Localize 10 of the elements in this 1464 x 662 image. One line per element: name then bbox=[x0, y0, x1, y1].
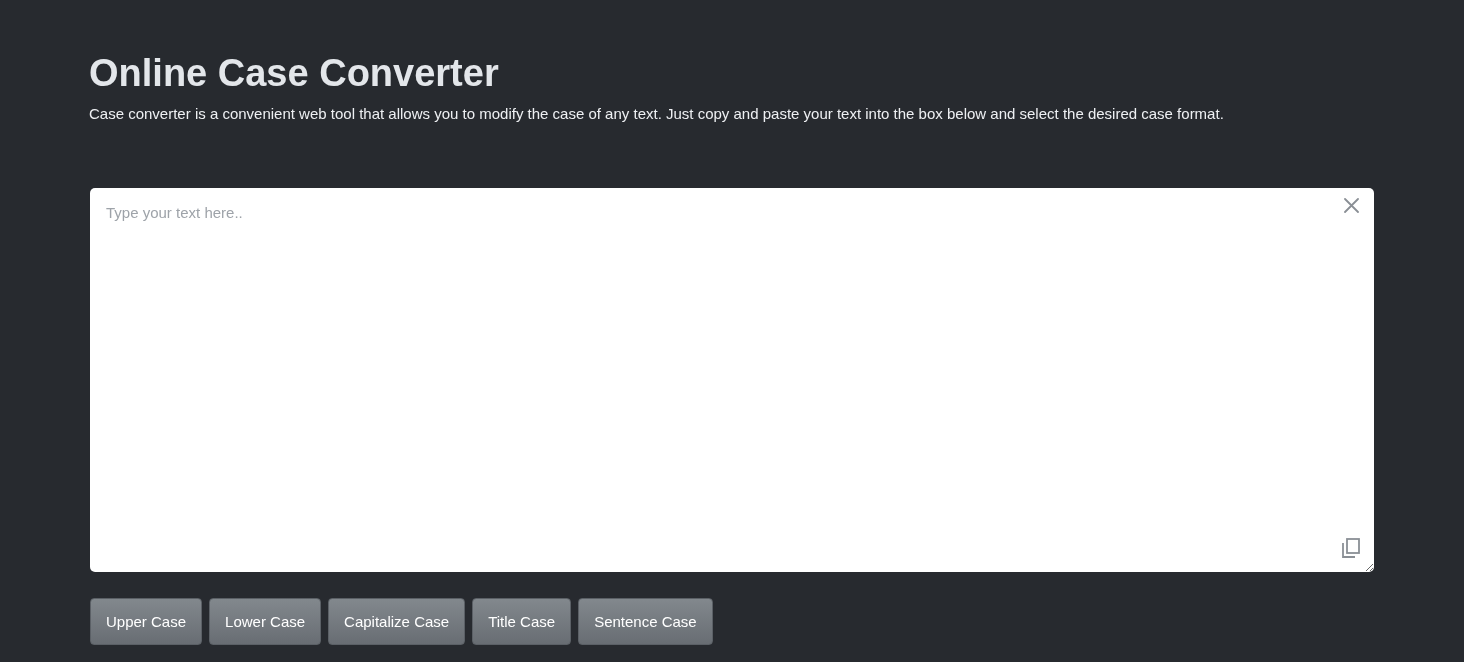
page-description: Case converter is a convenient web tool that allows you to modify the case of any text. Just copy and paste your text into the box below and select the desired case format. bbox=[89, 104, 1224, 124]
page-title: Online Case Converter bbox=[89, 52, 499, 95]
text-input-field[interactable]: Type your text here.. bbox=[90, 188, 1374, 572]
copy-icon[interactable] bbox=[1342, 538, 1360, 558]
case-button[interactable]: Capitalize Case bbox=[328, 598, 466, 645]
case-button[interactable]: Lower Case bbox=[209, 598, 322, 645]
close-icon[interactable] bbox=[1344, 198, 1359, 213]
case-button[interactable]: Sentence Case bbox=[578, 598, 713, 645]
case-button[interactable]: Upper Case bbox=[90, 598, 203, 645]
case-button[interactable]: Title Case bbox=[472, 598, 572, 645]
